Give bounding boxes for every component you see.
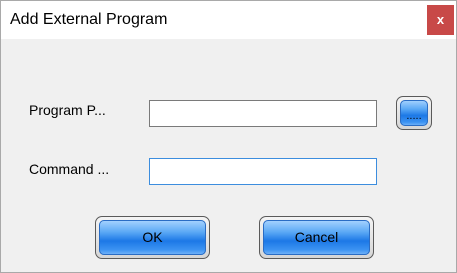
program-path-label: Program P... (29, 102, 106, 118)
browse-button-label: ..... (400, 100, 428, 126)
ok-button-label: OK (99, 220, 206, 255)
close-button[interactable]: x (427, 5, 454, 35)
command-label: Command ... (29, 161, 110, 177)
program-path-input[interactable] (150, 101, 376, 126)
command-input[interactable] (150, 159, 376, 184)
title-bar[interactable]: Add External Program x (1, 1, 456, 39)
add-external-program-dialog: Add External Program x Program P... ....… (0, 0, 457, 273)
command-field[interactable] (149, 158, 377, 185)
ok-button[interactable]: OK (95, 216, 210, 259)
browse-button[interactable]: ..... (396, 96, 432, 130)
close-icon: x (436, 12, 445, 27)
program-path-field[interactable] (149, 100, 377, 127)
cancel-button[interactable]: Cancel (259, 216, 374, 259)
dialog-title: Add External Program (10, 11, 168, 28)
cancel-button-label: Cancel (263, 220, 370, 255)
dialog-body: Program P... ..... Command ... OK Cancel (1, 39, 456, 272)
